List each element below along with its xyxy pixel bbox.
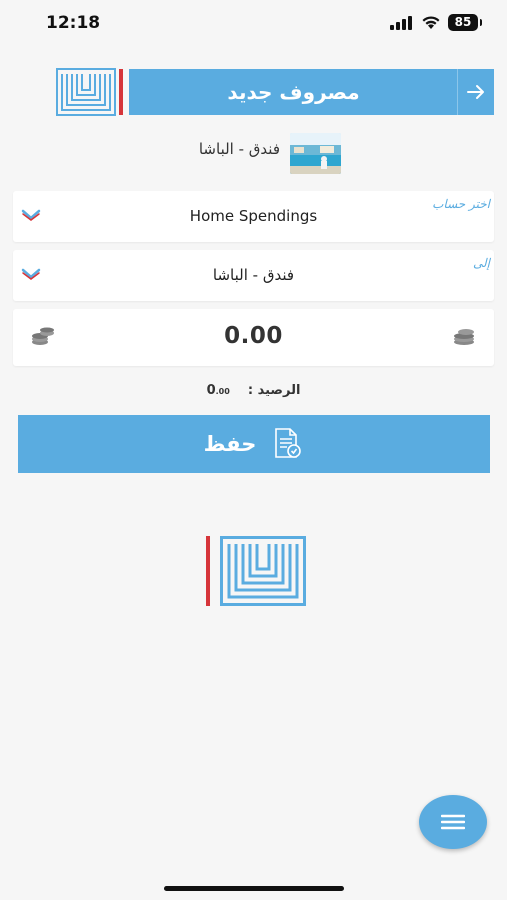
menu-button[interactable] [419,795,487,849]
to-select[interactable]: إلى فندق - الباشا [13,250,494,301]
balance-int: 0 [206,383,216,398]
app-logo [220,536,306,606]
brand-red-bar [206,536,210,606]
brand-red-bar [119,69,123,115]
amount-value: 0.00 [224,323,283,349]
arrow-right-icon [467,85,484,99]
to-value: فندق - الباشا [212,266,295,284]
chevron-down-icon [21,209,41,221]
hamburger-menu-icon [441,814,465,830]
document-save-icon [275,428,302,458]
account-select[interactable]: اختر حساب Home Spendings [13,191,494,242]
vendor-name: فندق - الباشا [198,140,280,158]
status-time: 12:18 [46,13,101,33]
balance-decimal: .00 [215,387,230,396]
wifi-icon [422,16,440,29]
account-value: Home Spendings [189,207,318,225]
coins-icon [454,329,474,345]
vendor-thumbnail [290,133,341,174]
status-bar: 12:18 85 [0,0,507,48]
balance-label: الرصيد : [247,383,301,398]
chevron-down-icon [21,268,41,280]
save-button-label: حفظ [203,432,257,456]
balance-value: 0.00 [207,383,230,398]
battery-indicator: 85 [448,14,482,31]
header-bar: مصروف جديد [129,69,494,115]
cellular-signal-icon [390,16,412,30]
page-title: مصروف جديد [227,80,360,104]
back-button[interactable] [458,69,494,115]
home-indicator[interactable] [164,886,344,891]
amount-field[interactable]: 0.00 [13,309,494,366]
app-logo [56,68,116,116]
balance-row: الرصيد : 0.00 [0,383,507,398]
save-button[interactable]: حفظ [18,415,490,473]
